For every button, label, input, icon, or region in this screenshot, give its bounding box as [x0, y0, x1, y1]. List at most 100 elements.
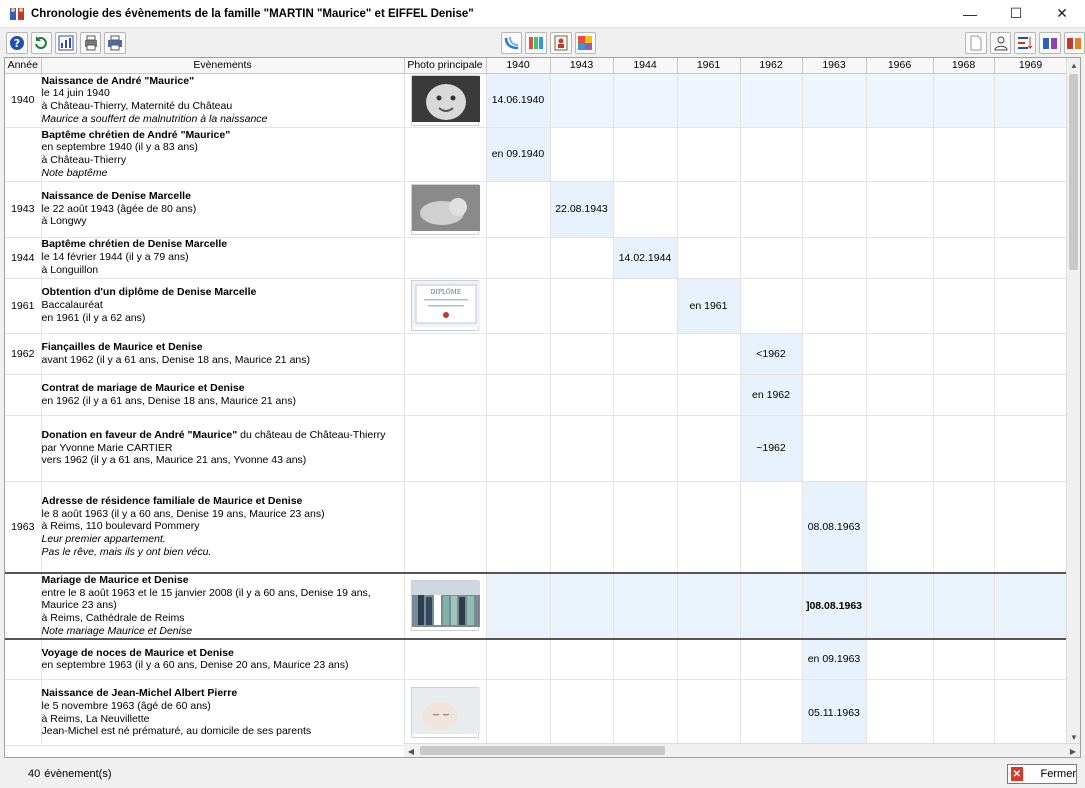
column-header-photo[interactable]: Photo principale [404, 58, 487, 74]
maximize-button[interactable]: ☐ [993, 0, 1039, 28]
column-header-year-1961[interactable]: 1961 [677, 58, 741, 74]
photo-thumbnail[interactable] [411, 687, 480, 739]
app-icon [9, 6, 25, 22]
event-cell[interactable]: Fiançailles de Maurice et Denise avant 19… [41, 333, 405, 375]
event-cell[interactable]: Naissance de Denise Marcelle le 22 août 1… [41, 181, 405, 238]
photo-cell[interactable] [404, 333, 487, 375]
table-row[interactable]: Baptême chrétien de André "Maurice" en se… [5, 127, 1068, 182]
print-preview-button[interactable] [79, 32, 102, 54]
minimize-button[interactable]: — [947, 0, 993, 28]
scroll-down-icon[interactable]: ▼ [1067, 730, 1080, 744]
photo-cell[interactable] [404, 572, 487, 640]
column-header-year-1940[interactable]: 1940 [486, 58, 551, 74]
event-title: Naissance de Jean-Michel Albert Pierre [41, 687, 238, 700]
column-header-year-1963[interactable]: 1963 [802, 58, 867, 74]
close-window-button[interactable]: ✕ [1039, 0, 1085, 28]
timeline-cell [613, 181, 678, 238]
table-row[interactable]: 1963 Adresse de résidence familiale de Ma… [5, 481, 1068, 574]
event-title-detail: du château de Château-Thierry [237, 428, 386, 441]
event-cell[interactable]: Baptême chrétien de André "Maurice" en se… [41, 127, 405, 182]
photo-cell[interactable] [404, 181, 487, 238]
chart-button[interactable] [55, 32, 77, 54]
event-cell[interactable]: Baptême chrétien de Denise Marcelle le 14… [41, 237, 405, 279]
event-cell[interactable]: Contrat de mariage de Maurice et Denise e… [41, 374, 405, 416]
help-button[interactable]: ? [6, 32, 28, 54]
person-button[interactable] [989, 32, 1012, 54]
vertical-scroll-thumb[interactable] [1069, 74, 1078, 270]
timeline-cell [933, 481, 995, 574]
photo-cell[interactable] [404, 415, 487, 482]
table-row[interactable]: Donation en faveur de André "Maurice" du… [5, 415, 1068, 482]
photo-cell[interactable] [404, 73, 487, 128]
column-header-year-1944[interactable]: 1944 [613, 58, 678, 74]
portrait-button[interactable] [550, 32, 572, 54]
photo-cell[interactable] [404, 374, 487, 416]
event-title: Voyage de noces de Maurice et Denise [41, 646, 234, 659]
photo-cell[interactable] [404, 481, 487, 574]
table-row[interactable]: Voyage de noces de Maurice et Denise en s… [5, 638, 1068, 681]
document-button[interactable] [965, 32, 987, 54]
photo-thumbnail[interactable] [411, 74, 480, 126]
status-bar: 40 évènement(s) [0, 760, 1085, 788]
event-detail: le 5 novembre 1963 (âgé de 60 ans) [41, 699, 211, 712]
horizontal-scroll-thumb[interactable] [420, 746, 665, 755]
event-detail: le 8 août 1963 (il y a 60 ans, Denise 19… [41, 507, 325, 520]
timeline-cell [677, 127, 741, 182]
refresh-button[interactable] [30, 32, 53, 54]
table-row[interactable]: 1944 Baptême chrétien de Denise Marcelle l… [5, 237, 1068, 279]
timeline-cell [933, 181, 995, 238]
column-header-year[interactable]: Année [5, 58, 42, 74]
event-detail: le 14 juin 1940 [41, 87, 110, 100]
event-cell[interactable]: Naissance de André "Maurice" le 14 juin 1… [41, 73, 405, 128]
palette-button[interactable] [574, 32, 597, 54]
horizontal-scrollbar[interactable]: ◀ ▶ [404, 743, 1080, 757]
timeline-cell [933, 278, 995, 334]
photo-cell[interactable] [404, 638, 487, 681]
table-row[interactable]: 1961 Obtention d'un diplôme de Denise Mar… [5, 278, 1068, 334]
timeline-button[interactable] [500, 32, 523, 54]
table-row[interactable]: Naissance de Jean-Michel Albert Pierre le… [5, 679, 1068, 747]
window-title: Chronologie des évènements de la famille… [31, 7, 474, 20]
column-header-year-1962[interactable]: 1962 [740, 58, 803, 74]
timeline-cell [613, 278, 678, 334]
vertical-scrollbar[interactable]: ▲ ▼ [1066, 58, 1080, 744]
timeline-cell [550, 237, 614, 279]
photo-thumbnail[interactable] [411, 183, 480, 235]
photo-cell[interactable] [404, 237, 487, 279]
svg-text:DIPLÔME: DIPLÔME [431, 288, 462, 296]
column-header-year-1968[interactable]: 1968 [933, 58, 995, 74]
print-button[interactable] [104, 32, 126, 54]
event-cell[interactable]: Obtention d'un diplôme de Denise Marcell… [41, 278, 405, 334]
photo-cell[interactable]: DIPLÔME [404, 278, 487, 334]
column-header-event[interactable]: Evènements [41, 58, 405, 74]
close-button[interactable]: ✕ Fermer [1007, 764, 1077, 784]
table-row[interactable]: 1940 Naissance de André "Maurice" le 14 ju… [5, 73, 1068, 128]
column-header-year-1966[interactable]: 1966 [866, 58, 934, 74]
gift-button[interactable] [1063, 32, 1085, 54]
family-button[interactable] [1038, 32, 1061, 54]
event-cell[interactable]: Donation en faveur de André "Maurice" du… [41, 415, 405, 482]
scroll-up-icon[interactable]: ▲ [1067, 58, 1080, 72]
timeline-cell [740, 679, 803, 747]
event-cell[interactable]: Adresse de résidence familiale de Mauric… [41, 481, 405, 574]
sort-button[interactable] [1014, 32, 1036, 54]
column-header-year-1969[interactable]: 1969 [994, 58, 1068, 74]
event-cell[interactable]: Mariage de Maurice et Denise entre le 8 a… [41, 572, 405, 640]
photo-cell[interactable] [404, 127, 487, 182]
scroll-right-icon[interactable]: ▶ [1066, 744, 1080, 757]
colors-button[interactable] [525, 32, 548, 54]
timeline-date-cell: ~1962 [740, 415, 803, 482]
scroll-left-icon[interactable]: ◀ [404, 744, 418, 757]
table-row[interactable]: 1962 Fiançailles de Maurice et Denise avan… [5, 333, 1068, 375]
table-row[interactable]: Mariage de Maurice et Denise entre le 8 a… [5, 572, 1068, 640]
event-cell[interactable]: Naissance de Jean-Michel Albert Pierre le… [41, 679, 405, 747]
table-row[interactable]: 1943 Naissance de Denise Marcelle le 22 ao… [5, 181, 1068, 238]
photo-thumbnail[interactable] [411, 580, 480, 632]
column-header-year-1943[interactable]: 1943 [550, 58, 614, 74]
photo-cell[interactable] [404, 679, 487, 747]
photo-thumbnail[interactable]: DIPLÔME [411, 280, 480, 331]
event-title: Adresse de résidence familiale de Mauric… [41, 494, 303, 507]
timeline-date-cell: en 09.1963 [802, 638, 867, 681]
table-row[interactable]: Contrat de mariage de Maurice et Denise e… [5, 374, 1068, 416]
event-cell[interactable]: Voyage de noces de Maurice et Denise en s… [41, 638, 405, 681]
